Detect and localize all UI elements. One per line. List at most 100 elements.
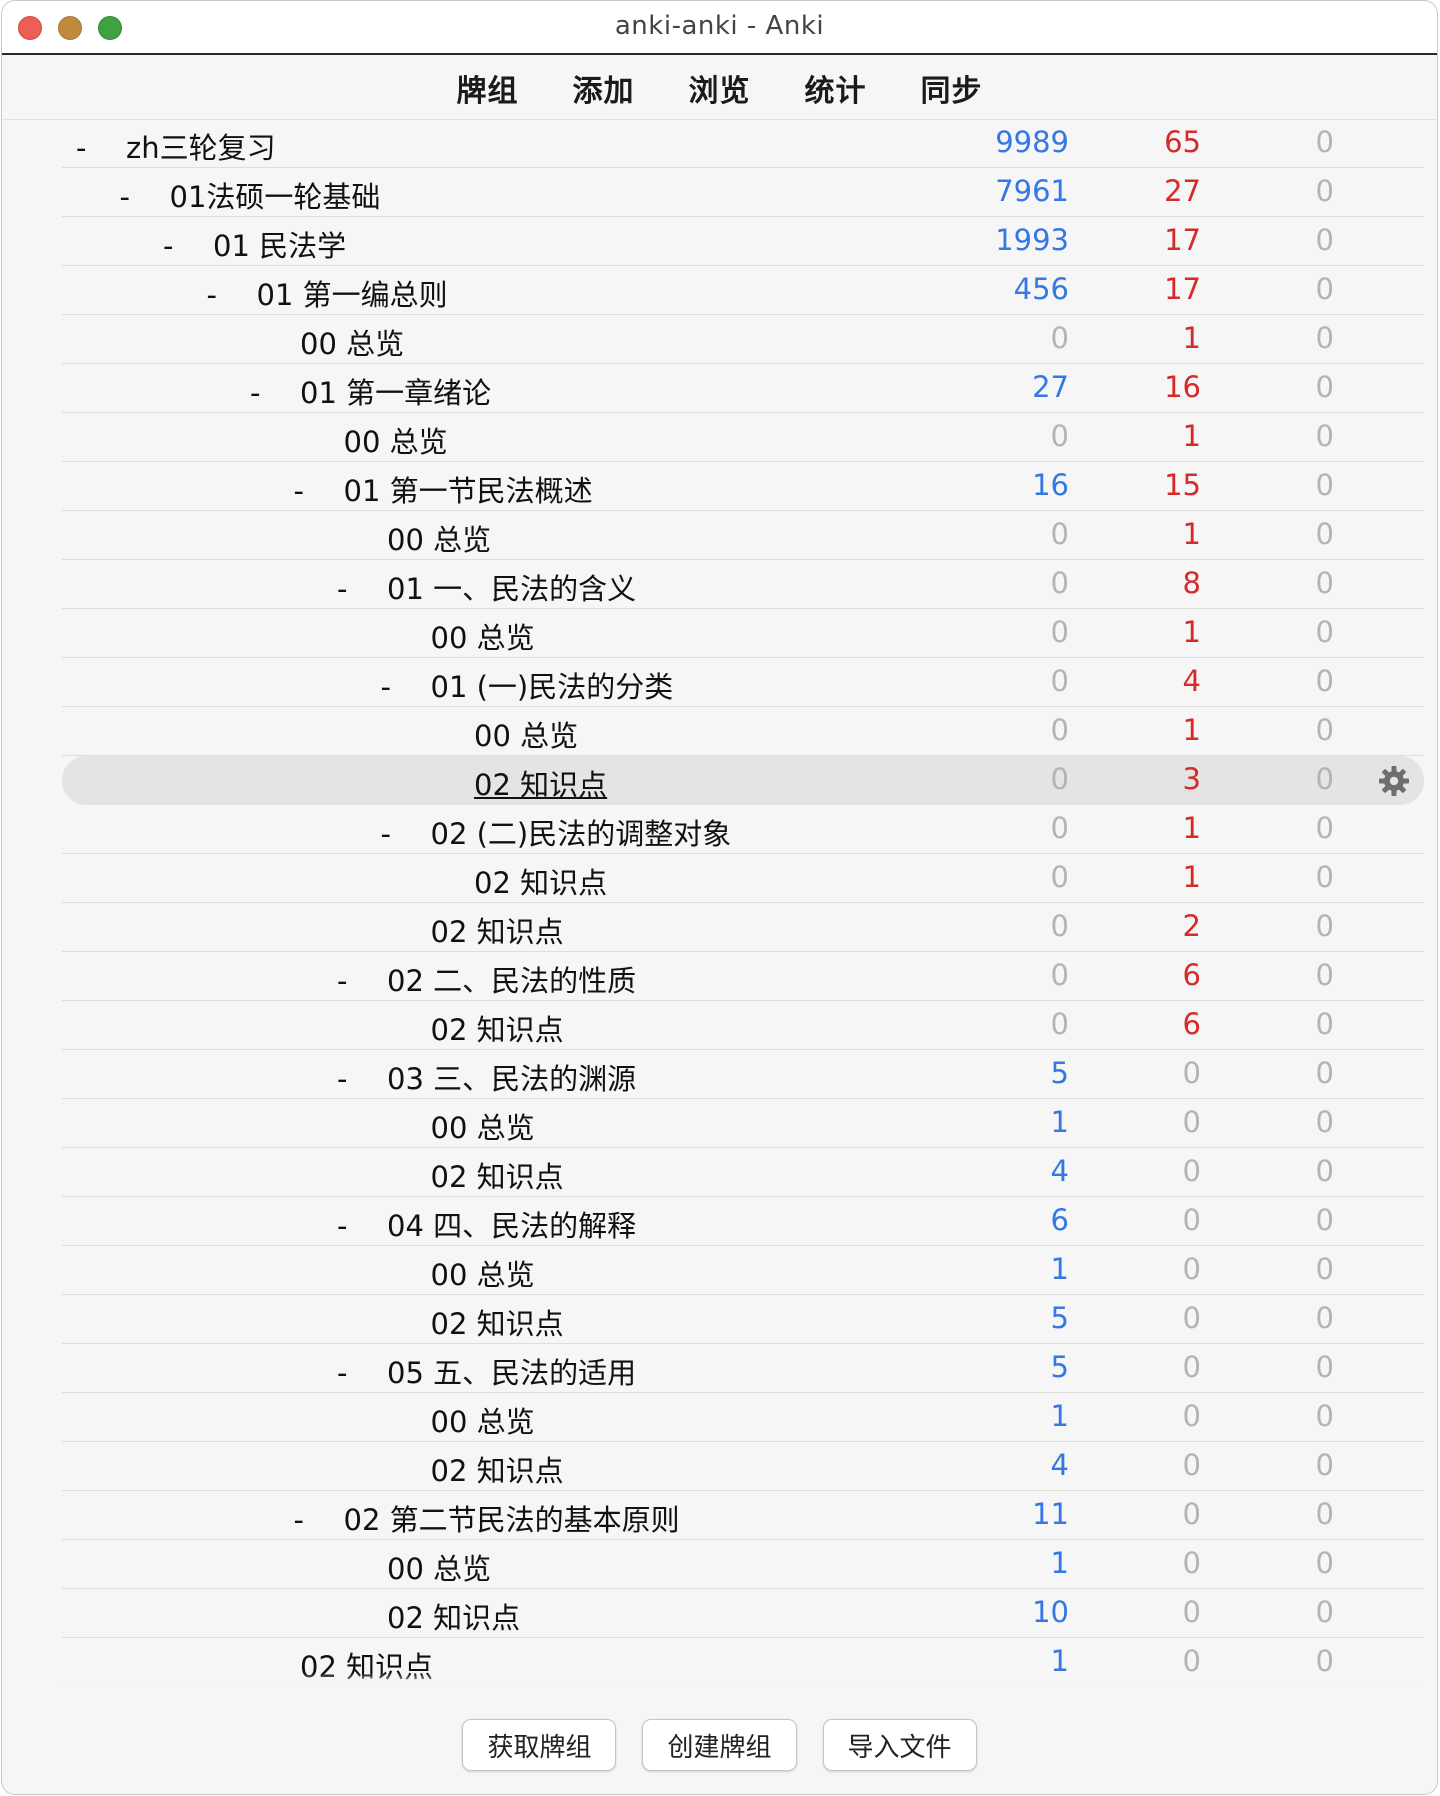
new-count: 0: [1050, 1007, 1069, 1041]
deck-name-link[interactable]: 00 总览: [431, 1405, 535, 1439]
deck-name-link[interactable]: 01 第一章绪论: [300, 376, 491, 410]
deck-row[interactable]: -01 一、民法的含义 0 8 0: [62, 560, 1424, 609]
deck-name-link[interactable]: 02 知识点: [431, 1454, 564, 1488]
import-file-button[interactable]: 导入文件: [822, 1719, 977, 1771]
deck-name-link[interactable]: 02 知识点: [300, 1650, 433, 1684]
deck-name-link[interactable]: 00 总览: [387, 523, 491, 557]
deck-row[interactable]: 02 知识点 0 2 0: [62, 903, 1424, 952]
get-shared-decks-button[interactable]: 获取牌组: [462, 1719, 617, 1771]
create-deck-button[interactable]: 创建牌组: [642, 1719, 797, 1771]
toolbar-stats-link[interactable]: 统计: [778, 66, 894, 110]
deck-row-current[interactable]: 02 知识点 0 3 0: [62, 756, 1424, 805]
deck-row[interactable]: 02 知识点 0 1 0: [62, 854, 1424, 903]
deck-row[interactable]: 00 总览 0 1 0: [62, 609, 1424, 658]
collapse-toggle[interactable]: -: [337, 1209, 387, 1243]
deck-row[interactable]: 00 总览 1 0 0: [62, 1099, 1424, 1148]
deck-row[interactable]: 00 总览 0 1 0: [62, 707, 1424, 756]
title-bar[interactable]: anki-anki - Anki: [2, 1, 1437, 55]
collapse-toggle[interactable]: -: [294, 1503, 344, 1537]
deck-name-link[interactable]: 01法硕一轮基础: [170, 180, 381, 214]
deck-row[interactable]: -02 (二)民法的调整对象 0 1 0: [62, 805, 1424, 854]
collapse-toggle[interactable]: -: [163, 229, 213, 263]
new-count: 0: [1050, 811, 1069, 845]
deck-name-link[interactable]: 00 总览: [431, 1111, 535, 1145]
deck-name-link[interactable]: 02 知识点: [474, 768, 607, 802]
collapse-toggle[interactable]: -: [381, 817, 431, 851]
deck-row[interactable]: 02 知识点 5 0 0: [62, 1295, 1424, 1344]
deck-name-link[interactable]: 01 第一编总则: [257, 278, 448, 312]
deck-row[interactable]: 00 总览 0 1 0: [62, 413, 1424, 462]
deck-name-link[interactable]: 02 知识点: [431, 1013, 564, 1047]
deck-name-cell: 02 知识点: [474, 860, 607, 902]
collapse-toggle[interactable]: -: [381, 670, 431, 704]
collapse-toggle[interactable]: -: [120, 180, 170, 214]
due-count: 0: [1315, 1203, 1334, 1237]
collapse-toggle[interactable]: -: [207, 278, 257, 312]
deck-name-link[interactable]: 02 知识点: [431, 1307, 564, 1341]
deck-name-link[interactable]: 00 总览: [344, 425, 448, 459]
deck-row[interactable]: -05 五、民法的适用 5 0 0: [62, 1344, 1424, 1393]
deck-row[interactable]: -01 民法学 1993 17 0: [62, 217, 1424, 266]
deck-row[interactable]: 02 知识点 1 0 0: [62, 1638, 1424, 1687]
toolbar-sync-link[interactable]: 同步: [894, 66, 1010, 110]
deck-row[interactable]: -02 二、民法的性质 0 6 0: [62, 952, 1424, 1001]
deck-row[interactable]: -01 第一章绪论 27 16 0: [62, 364, 1424, 413]
due-count: 0: [1315, 1154, 1334, 1188]
deck-name-link[interactable]: 05 五、民法的适用: [387, 1356, 636, 1390]
deck-row[interactable]: 00 总览 1 0 0: [62, 1393, 1424, 1442]
deck-name-link[interactable]: 03 三、民法的渊源: [387, 1062, 636, 1096]
bottom-bar: 获取牌组 创建牌组 导入文件: [2, 1719, 1437, 1771]
deck-row[interactable]: 02 知识点 10 0 0: [62, 1589, 1424, 1638]
deck-name-link[interactable]: 01 民法学: [213, 229, 346, 263]
deck-name-link[interactable]: 04 四、民法的解释: [387, 1209, 636, 1243]
collapse-toggle[interactable]: -: [337, 1356, 387, 1390]
deck-row[interactable]: -01 第一节民法概述 16 15 0: [62, 462, 1424, 511]
toolbar-decks-link[interactable]: 牌组: [430, 66, 546, 110]
deck-name-link[interactable]: 01 第一节民法概述: [344, 474, 593, 508]
toolbar-browse-link[interactable]: 浏览: [662, 66, 778, 110]
deck-name-link[interactable]: 01 (一)民法的分类: [431, 670, 674, 704]
deck-row[interactable]: - zh三轮复习 9989 65 0: [62, 119, 1424, 168]
deck-row[interactable]: -04 四、民法的解释 6 0 0: [62, 1197, 1424, 1246]
deck-name-link[interactable]: 00 总览: [431, 621, 535, 655]
deck-row[interactable]: -02 第二节民法的基本原则 11 0 0: [62, 1491, 1424, 1540]
collapse-toggle[interactable]: -: [337, 1062, 387, 1096]
deck-row[interactable]: 00 总览 1 0 0: [62, 1540, 1424, 1589]
deck-row[interactable]: 00 总览 1 0 0: [62, 1246, 1424, 1295]
collapse-toggle[interactable]: -: [337, 572, 387, 606]
deck-row[interactable]: -01 第一编总则 456 17 0: [62, 266, 1424, 315]
deck-name-link[interactable]: 02 知识点: [431, 1160, 564, 1194]
due-count: 0: [1315, 713, 1334, 747]
deck-row[interactable]: -01 (一)民法的分类 0 4 0: [62, 658, 1424, 707]
due-count: 0: [1315, 1301, 1334, 1335]
deck-name-link[interactable]: 02 (二)民法的调整对象: [431, 817, 732, 851]
deck-name-link[interactable]: 02 二、民法的性质: [387, 964, 636, 998]
new-count: 1993: [995, 223, 1069, 257]
deck-name-link[interactable]: 00 总览: [300, 327, 404, 361]
collapse-toggle[interactable]: -: [337, 964, 387, 998]
deck-name-link[interactable]: 00 总览: [431, 1258, 535, 1292]
deck-row[interactable]: 02 知识点 4 0 0: [62, 1148, 1424, 1197]
due-count: 0: [1315, 419, 1334, 453]
deck-row[interactable]: 00 总览 0 1 0: [62, 511, 1424, 560]
deck-name-link[interactable]: 01 一、民法的含义: [387, 572, 636, 606]
collapse-toggle[interactable]: -: [250, 376, 300, 410]
gear-icon[interactable]: [1378, 765, 1410, 797]
deck-name-link[interactable]: 02 知识点: [387, 1601, 520, 1635]
collapse-toggle[interactable]: -: [294, 474, 344, 508]
deck-row[interactable]: -03 三、民法的渊源 5 0 0: [62, 1050, 1424, 1099]
deck-name-link[interactable]: zh三轮复习: [126, 131, 276, 165]
deck-name-link[interactable]: 02 知识点: [431, 915, 564, 949]
deck-row[interactable]: 00 总览 0 1 0: [62, 315, 1424, 364]
deck-list[interactable]: - zh三轮复习 9989 65 0-01法硕一轮基础 7961 27 0-01 民法学 199…: [62, 119, 1424, 1695]
deck-name-link[interactable]: 00 总览: [474, 719, 578, 753]
toolbar-add-link[interactable]: 添加: [546, 66, 662, 110]
deck-row[interactable]: 02 知识点 0 6 0: [62, 1001, 1424, 1050]
deck-name-link[interactable]: 02 第二节民法的基本原则: [344, 1503, 680, 1537]
deck-name-link[interactable]: 00 总览: [387, 1552, 491, 1586]
deck-row[interactable]: 02 知识点 4 0 0: [62, 1442, 1424, 1491]
deck-name-link[interactable]: 02 知识点: [474, 866, 607, 900]
deck-row[interactable]: -01法硕一轮基础 7961 27 0: [62, 168, 1424, 217]
deck-name-cell: 02 知识点: [300, 1644, 433, 1686]
collapse-toggle[interactable]: -: [76, 131, 126, 165]
